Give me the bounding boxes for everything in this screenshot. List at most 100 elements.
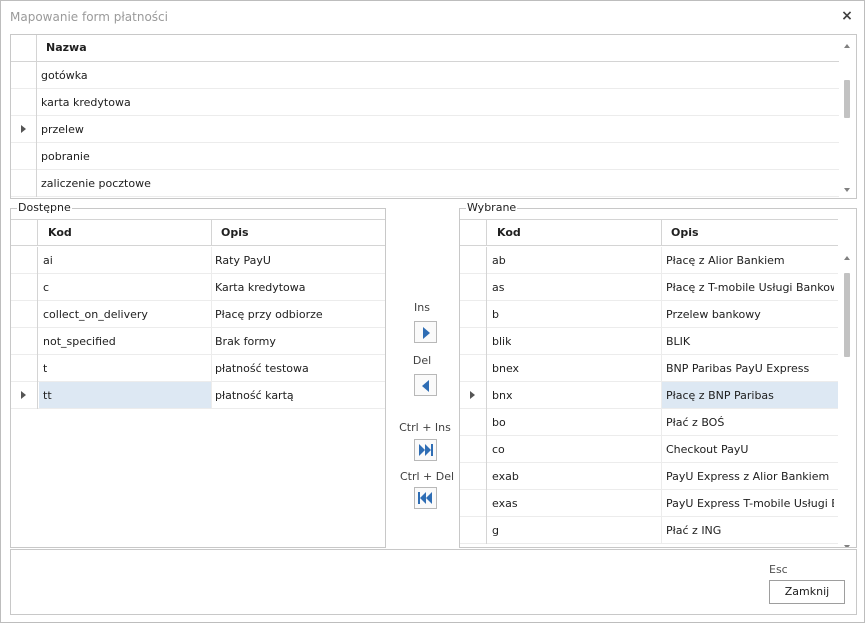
arrow-left-icon [422, 380, 429, 392]
cell-kod: bnex [492, 362, 520, 375]
cell-kod: exab [492, 470, 519, 483]
vertical-scrollbar[interactable] [839, 247, 856, 547]
cell-opis: Przelew bankowy [666, 308, 761, 321]
table-row[interactable]: gotówka [11, 62, 839, 89]
add-all-button[interactable] [414, 439, 437, 461]
table-row[interactable]: karta kredytowa [11, 89, 839, 116]
row-indicator [460, 382, 487, 409]
available-legend: Dostępne [17, 201, 72, 214]
selected-legend: Wybrane [466, 201, 518, 214]
table-row[interactable]: ai Raty PayU [11, 247, 385, 274]
table-row[interactable]: collect_on_delivery Płacę przy odbiorze [11, 301, 385, 328]
current-row-arrow-icon [470, 391, 475, 399]
table-row[interactable]: bnx Płacę z BNP Paribas [460, 382, 838, 409]
current-row-arrow-icon [21, 391, 26, 399]
cell-kod: blik [492, 335, 512, 348]
column-separator [211, 247, 212, 274]
esc-label: Esc [769, 563, 788, 576]
table-row[interactable]: as Płacę z T-mobile Usługi Bankowe… [460, 274, 838, 301]
cell-kod: ai [43, 254, 53, 267]
column-separator [661, 328, 662, 355]
row-indicator [11, 89, 37, 116]
cell-opis: PayU Express z Alior Bankiem [666, 470, 830, 483]
row-indicator [460, 490, 487, 517]
cell-opis: Płacę przy odbiorze [215, 308, 323, 321]
column-separator [661, 517, 662, 544]
cell-kod: bo [492, 416, 506, 429]
scroll-up-icon[interactable] [844, 44, 850, 48]
grid-rows: gotówka karta kredytowa przelew pobranie zal… [11, 62, 839, 197]
column-separator [661, 463, 662, 490]
row-nazwa: karta kredytowa [41, 96, 131, 109]
column-header-kod[interactable]: Kod [497, 226, 521, 239]
row-indicator [11, 382, 38, 409]
cell-opis: BNP Paribas PayU Express [666, 362, 810, 375]
column-header-opis[interactable]: Opis [671, 226, 699, 239]
row-indicator [460, 301, 487, 328]
table-row[interactable]: t płatność testowa [11, 355, 385, 382]
table-row[interactable]: not_specified Brak formy [11, 328, 385, 355]
table-row[interactable]: tt płatność kartą [11, 382, 385, 409]
scroll-up-icon[interactable] [844, 256, 850, 260]
available-grid-header: Kod Opis [11, 219, 385, 246]
cell-kod: ab [492, 254, 506, 267]
payment-forms-grid[interactable]: Nazwa gotówka karta kredytowa przelew pobra… [10, 34, 857, 199]
window-title: Mapowanie form płatności [10, 10, 168, 24]
cell-kod: collect_on_delivery [43, 308, 148, 321]
table-row[interactable]: zaliczenie pocztowe [11, 170, 839, 197]
remove-button[interactable] [414, 374, 437, 396]
table-row[interactable]: exab PayU Express z Alior Bankiem [460, 463, 838, 490]
table-row[interactable]: co Checkout PayU [460, 436, 838, 463]
title-bar: Mapowanie form płatności × [1, 1, 864, 34]
vertical-scrollbar[interactable] [839, 35, 856, 198]
column-separator [661, 355, 662, 382]
table-row[interactable]: g Płać z ING [460, 517, 838, 544]
column-header-kod[interactable]: Kod [48, 226, 72, 239]
add-button[interactable] [414, 321, 437, 343]
selected-grid[interactable]: Kod Opis ab Płacę z Alior Bankiem as Płacę … [460, 219, 856, 547]
column-header-nazwa[interactable]: Nazwa [46, 41, 87, 54]
available-grid[interactable]: Kod Opis ai Raty PayU c Karta kredytowa coll… [11, 219, 385, 547]
scroll-down-icon[interactable] [844, 545, 850, 547]
row-nazwa: przelew [41, 123, 84, 136]
cell-opis: płatność testowa [215, 362, 309, 375]
table-row[interactable]: bo Płać z BOŚ [460, 409, 838, 436]
cell-opis: Raty PayU [215, 254, 271, 267]
footer-panel [10, 549, 857, 615]
scroll-thumb[interactable] [844, 80, 850, 118]
scroll-down-icon[interactable] [844, 188, 850, 192]
close-icon[interactable]: × [840, 8, 854, 24]
row-indicator [11, 62, 37, 89]
table-row[interactable]: exas PayU Express T-mobile Usługi Ba… [460, 490, 838, 517]
double-arrow-right-icon [419, 444, 433, 456]
table-row[interactable]: bnex BNP Paribas PayU Express [460, 355, 838, 382]
table-row[interactable]: b Przelew bankowy [460, 301, 838, 328]
cell-opis: Płacę z Alior Bankiem [666, 254, 785, 267]
column-separator [661, 409, 662, 436]
row-indicator [460, 436, 487, 463]
row-nazwa: zaliczenie pocztowe [41, 177, 151, 190]
cell-kod: b [492, 308, 499, 321]
table-row[interactable]: blik BLIK [460, 328, 838, 355]
table-row[interactable]: c Karta kredytowa [11, 274, 385, 301]
close-button[interactable]: Zamknij [769, 580, 845, 604]
cell-opis: Brak formy [215, 335, 276, 348]
cell-opis: Płać z BOŚ [666, 416, 725, 429]
selected-grid-header: Kod Opis [460, 219, 838, 246]
cell-opis: Płacę z BNP Paribas [666, 389, 774, 402]
row-indicator [460, 517, 487, 544]
remove-all-button[interactable] [414, 487, 437, 509]
cell-kod: g [492, 524, 499, 537]
cell-opis: Płać z ING [666, 524, 722, 537]
column-separator [211, 355, 212, 382]
table-row[interactable]: pobranie [11, 143, 839, 170]
column-separator [661, 247, 662, 274]
row-indicator [11, 328, 38, 355]
column-header-opis[interactable]: Opis [221, 226, 249, 239]
cell-kod: c [43, 281, 50, 294]
cell-kod: exas [492, 497, 518, 510]
dialog-window: Mapowanie form płatności × Nazwa gotówka… [0, 0, 865, 623]
table-row[interactable]: przelew [11, 116, 839, 143]
scroll-thumb[interactable] [844, 273, 850, 357]
table-row[interactable]: ab Płacę z Alior Bankiem [460, 247, 838, 274]
